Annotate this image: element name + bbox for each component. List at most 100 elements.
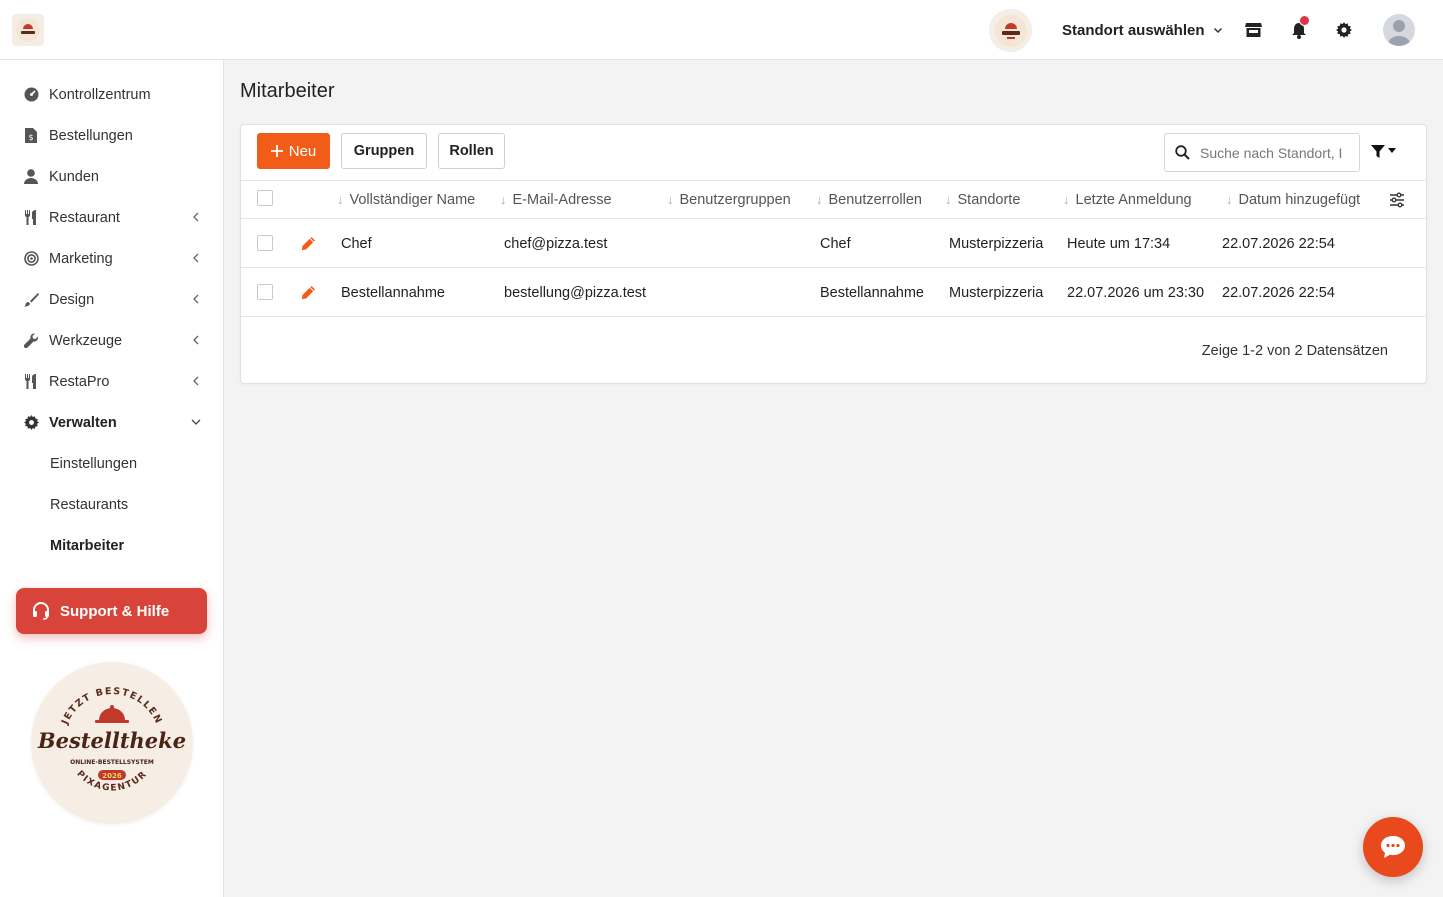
column-settings-icon[interactable] [1389,192,1405,208]
store-icon[interactable] [1243,20,1263,40]
sidebar-item-restapro[interactable]: RestaPro [0,361,223,402]
sidebar-subitem-mitarbeiter[interactable]: Mitarbeiter [50,525,124,566]
filter-icon [1371,144,1385,158]
utensils-icon [22,373,40,391]
sidebar-subitem-restaurants[interactable]: Restaurants [50,484,128,525]
edit-pencil-icon[interactable] [301,236,316,251]
page-title: Mitarbeiter [240,80,335,102]
chat-button[interactable] [1363,817,1423,877]
headset-icon [33,602,49,620]
gear-icon [22,414,40,432]
gear-icon[interactable] [1334,20,1354,40]
cell-email: chef@pizza.test [504,235,608,252]
row-checkbox[interactable] [257,284,273,300]
sidebar: Kontrollzentrum $ Bestellungen Kunden Re… [0,60,224,897]
column-header-date-added[interactable]: ↓ Datum hinzugefügt [1226,181,1360,218]
chevron-left-icon [193,212,199,222]
brush-icon [22,291,40,309]
brand-logo[interactable] [12,14,44,46]
svg-text:2026: 2026 [102,772,122,780]
chevron-left-icon [193,253,199,263]
sidebar-item-restaurant[interactable]: Restaurant [0,197,223,238]
location-select-label: Standort auswählen [1062,21,1205,39]
cell-date-added: 22.07.2026 22:54 [1222,235,1335,252]
sort-arrow-icon: ↓ [816,192,823,207]
sidebar-item-label: Marketing [49,250,113,267]
groups-button-label: Gruppen [353,143,415,159]
chevron-down-icon [1213,27,1222,34]
sidebar-item-kunden[interactable]: Kunden [0,156,223,197]
svg-text:Bestelltheke: Bestelltheke [37,728,186,753]
support-button[interactable]: Support & Hilfe [16,588,207,634]
table-row: Bestellannahme bestellung@pizza.test Bes… [241,268,1426,317]
cell-name: Bestellannahme [341,284,445,301]
bell-icon[interactable] [1289,15,1310,40]
sidebar-item-marketing[interactable]: Marketing [0,238,223,279]
target-icon [22,250,40,268]
sidebar-subitem-label: Mitarbeiter [50,537,125,554]
caret-down-icon [1388,148,1396,153]
sidebar-item-design[interactable]: Design [0,279,223,320]
cell-last-login: 22.07.2026 um 23:30 [1067,284,1205,301]
location-logo [989,9,1032,52]
sort-arrow-icon: ↓ [1063,192,1070,207]
roles-button-label: Rollen [449,143,494,159]
sort-arrow-icon: ↓ [667,192,674,207]
row-checkbox[interactable] [257,235,273,251]
chevron-left-icon [193,335,199,345]
search-input[interactable] [1200,144,1350,161]
order-file-icon: $ [22,127,40,145]
chevron-down-icon [191,419,201,425]
column-header-locations[interactable]: ↓ Standorte [945,181,1020,218]
groups-button[interactable]: Gruppen [341,133,427,169]
table-header: ↓ Vollständiger Name ↓ E-Mail-Adresse ↓ Ben… [241,180,1426,219]
sidebar-item-werkzeuge[interactable]: Werkzeuge [0,320,223,361]
sidebar-item-label: RestaPro [49,373,110,390]
sort-arrow-icon: ↓ [500,192,507,207]
column-header-roles[interactable]: ↓ Benutzerrollen [816,181,922,218]
sort-arrow-icon: ↓ [337,192,344,207]
top-header: Standort auswählen [0,0,1443,60]
wrench-icon [22,332,40,350]
search-icon [1175,145,1190,160]
user-avatar-icon[interactable] [1383,14,1415,46]
column-header-email[interactable]: ↓ E-Mail-Adresse [500,181,612,218]
sidebar-item-label: Werkzeuge [49,332,123,349]
cell-locations: Musterpizzeria [949,235,1044,252]
utensils-icon [22,209,40,227]
cell-email: bestellung@pizza.test [504,284,647,301]
new-button[interactable]: Neu [257,133,330,169]
user-icon [22,168,40,186]
sidebar-item-verwalten[interactable]: Verwalten [0,402,223,443]
column-header-name[interactable]: ↓ Vollständiger Name [337,181,475,218]
sidebar-item-label: Kontrollzentrum [49,86,151,103]
sort-arrow-icon: ↓ [1226,192,1233,207]
sort-arrow-icon: ↓ [945,192,952,207]
edit-pencil-icon[interactable] [301,285,316,300]
sidebar-subitem-label: Restaurants [50,496,129,513]
sidebar-item-label: Bestellungen [49,127,133,144]
select-all-checkbox[interactable] [257,190,273,206]
roles-button[interactable]: Rollen [438,133,505,169]
svg-text:ONLINE-BESTELLSYSTEM: ONLINE-BESTELLSYSTEM [70,759,154,766]
sidebar-item-label: Verwalten [49,414,117,431]
support-button-label: Support & Hilfe [60,602,170,620]
plus-icon [270,145,283,157]
location-select[interactable]: Standort auswählen [1062,20,1223,40]
sidebar-item-bestellungen[interactable]: $ Bestellungen [0,115,223,156]
sidebar-item-label: Design [49,291,95,308]
notification-dot [1299,15,1310,26]
cell-locations: Musterpizzeria [949,284,1044,301]
table-row: Chef chef@pizza.test Chef Musterpizzeria… [241,219,1426,268]
new-button-label: Neu [288,142,317,160]
filter-dropdown-button[interactable] [1371,141,1401,161]
chat-bubble-icon [1381,836,1405,858]
cell-last-login: Heute um 17:34 [1067,235,1171,252]
dashboard-icon [22,86,40,104]
sidebar-item-kontrollzentrum[interactable]: Kontrollzentrum [0,74,223,115]
sidebar-item-label: Restaurant [49,209,120,226]
sidebar-subitem-einstellungen[interactable]: Einstellungen [50,443,137,484]
cell-name: Chef [341,235,372,252]
column-header-groups[interactable]: ↓ Benutzergruppen [667,181,791,218]
column-header-last-login[interactable]: ↓ Letzte Anmeldung [1063,181,1192,218]
